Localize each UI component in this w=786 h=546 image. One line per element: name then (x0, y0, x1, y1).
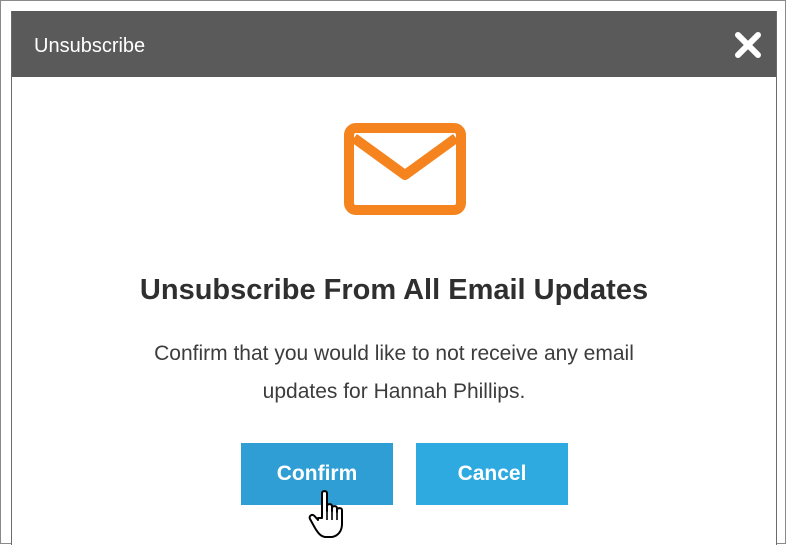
hand-pointer-icon (308, 489, 348, 541)
unsubscribe-dialog: Unsubscribe Unsubscribe From All Email U… (11, 11, 777, 545)
message-line-2: updates for Hannah Phillips. (262, 380, 526, 403)
dialog-message: Confirm that you would like to not recei… (12, 335, 776, 411)
dialog-title: Unsubscribe (34, 35, 146, 57)
dialog-content: Unsubscribe From All Email Updates Confi… (12, 77, 776, 545)
envelope-icon (344, 123, 466, 215)
close-icon[interactable] (732, 29, 764, 61)
cancel-button[interactable]: Cancel (416, 443, 568, 505)
message-line-1: Confirm that you would like to not recei… (154, 342, 634, 365)
screenshot-frame: Unsubscribe Unsubscribe From All Email U… (0, 0, 786, 545)
dialog-heading: Unsubscribe From All Email Updates (139, 274, 649, 306)
dialog-titlebar: Unsubscribe (12, 11, 776, 77)
